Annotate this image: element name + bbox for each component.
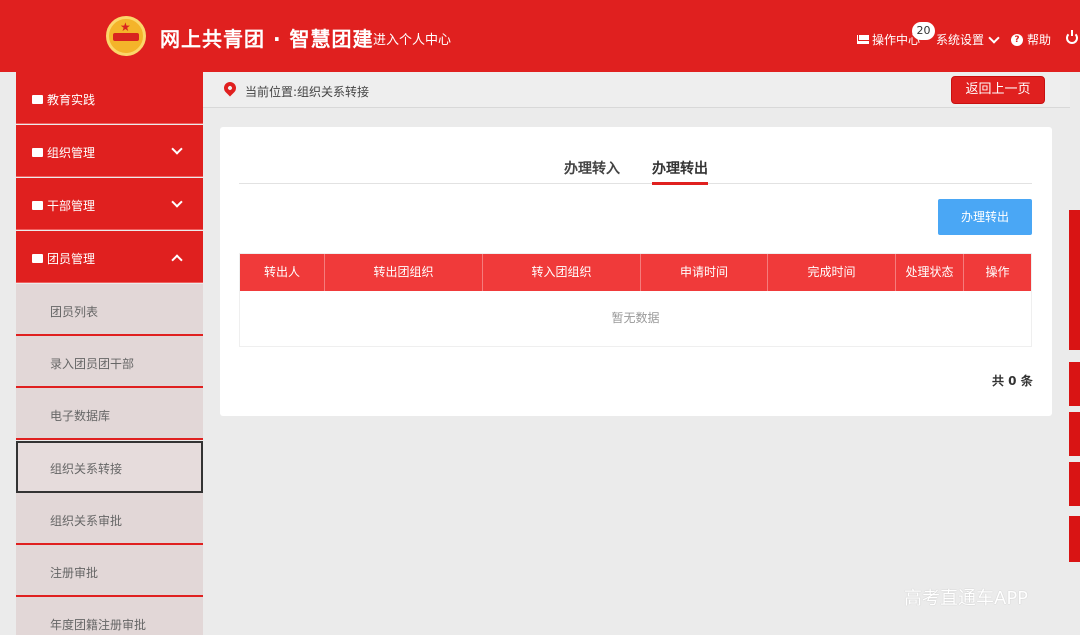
sidebar-item-label: 干部管理: [47, 199, 96, 213]
chevron-down-icon: [171, 143, 183, 155]
right-floating-tab[interactable]: [1069, 516, 1080, 562]
transfer-table: 转出人 转出团组织 转入团组织 申请时间 完成时间 处理状态 操作 暂无数据: [239, 253, 1032, 347]
breadcrumb-text: 当前位置:组织关系转接: [245, 85, 370, 99]
empty-state-text: 暂无数据: [611, 311, 660, 325]
column-header: 操作: [985, 265, 1010, 279]
column-header: 转出团组织: [325, 254, 483, 291]
folder-open-icon: [32, 95, 43, 104]
sidebar-subitem-electronic-database[interactable]: 电子数据库: [16, 388, 203, 440]
notification-badge: 20: [912, 22, 935, 40]
right-floating-tab[interactable]: [1069, 362, 1080, 406]
right-floating-tab[interactable]: [1069, 462, 1080, 506]
top-header: ★ 网上共青团 · 智慧团建 进入个人中心 操作中心 20 系统设置 ? 帮助: [0, 0, 1080, 72]
sitemap-icon: [32, 148, 43, 157]
sidebar-subitem-label: 注册审批: [50, 566, 99, 580]
total-count: 共 0 条: [992, 374, 1033, 388]
sidebar-subitem-relation-approval[interactable]: 组织关系审批: [16, 493, 203, 545]
users-icon: [32, 201, 43, 210]
tabs-divider: [239, 183, 1032, 184]
chevron-down-icon: [988, 31, 1000, 44]
sidebar-subitem-label: 组织关系审批: [50, 514, 123, 528]
location-pin-icon: [221, 79, 239, 97]
app-watermark: 高考直通车APP: [904, 588, 1029, 609]
users-icon: [32, 254, 43, 263]
sidebar: 教育实践 组织管理 干部管理 团员管理 团员列表 录入团员团干部 电子数据库 组…: [16, 72, 203, 635]
sidebar-item-label: 团员管理: [47, 252, 96, 266]
sidebar-item-organization-management[interactable]: 组织管理: [16, 125, 203, 177]
sidebar-item-cadre-management[interactable]: 干部管理: [16, 178, 203, 230]
tab-transfer-out[interactable]: 办理转出: [652, 158, 708, 178]
sidebar-subitem-annual-registration-approval[interactable]: 年度团籍注册审批: [16, 597, 203, 635]
breadcrumb: 当前位置:组织关系转接 返回上一页: [203, 72, 1070, 108]
column-header: 转出人: [240, 254, 325, 291]
chevron-up-icon: [171, 254, 183, 266]
personal-center-link[interactable]: 进入个人中心: [373, 29, 451, 48]
active-tab-indicator: [652, 182, 708, 185]
right-floating-tab[interactable]: [1069, 412, 1080, 456]
sidebar-subitem-enter-members[interactable]: 录入团员团干部: [16, 336, 203, 388]
operation-center-link[interactable]: 操作中心: [857, 31, 920, 48]
help-icon: ?: [1011, 33, 1023, 46]
chevron-down-icon: [171, 196, 183, 208]
sidebar-item-label: 组织管理: [47, 146, 96, 160]
table-header-row: 转出人 转出团组织 转入团组织 申请时间 完成时间 处理状态 操作: [240, 254, 1031, 291]
system-settings-menu[interactable]: 系统设置: [936, 31, 1000, 48]
help-label: 帮助: [1027, 33, 1052, 47]
sidebar-subitem-member-list[interactable]: 团员列表: [16, 284, 203, 336]
logout-power-icon[interactable]: [1066, 30, 1078, 44]
process-transfer-out-button[interactable]: 办理转出: [938, 199, 1032, 235]
back-button[interactable]: 返回上一页: [951, 76, 1045, 104]
column-header: 完成时间: [768, 254, 896, 291]
site-title: 网上共青团 · 智慧团建: [160, 27, 374, 51]
sidebar-subitem-label: 电子数据库: [50, 409, 111, 423]
column-header: 申请时间: [641, 254, 768, 291]
system-settings-label: 系统设置: [936, 33, 985, 47]
tab-transfer-in[interactable]: 办理转入: [564, 158, 620, 178]
help-link[interactable]: ? 帮助: [1011, 31, 1051, 48]
column-header: 处理状态: [896, 254, 964, 291]
youth-league-logo-icon: ★: [106, 16, 146, 56]
sidebar-subitem-label: 年度团籍注册审批: [50, 618, 147, 632]
right-floating-tab[interactable]: [1069, 210, 1080, 350]
sidebar-item-education-practice[interactable]: 教育实践: [16, 72, 203, 124]
sidebar-subitem-label: 录入团员团干部: [50, 357, 135, 371]
sidebar-item-label: 教育实践: [47, 93, 96, 107]
sidebar-item-member-management[interactable]: 团员管理: [16, 231, 203, 283]
sidebar-subitem-relation-transfer[interactable]: 组织关系转接: [16, 441, 203, 493]
sidebar-subitem-label: 团员列表: [50, 305, 99, 319]
column-header: 转入团组织: [483, 254, 641, 291]
mail-icon: [857, 35, 869, 44]
sidebar-subitem-label: 组织关系转接: [50, 462, 123, 476]
main-panel: 办理转入 办理转出 办理转出 转出人 转出团组织 转入团组织 申请时间 完成时间…: [220, 127, 1052, 416]
sidebar-subitem-registration-approval[interactable]: 注册审批: [16, 545, 203, 597]
